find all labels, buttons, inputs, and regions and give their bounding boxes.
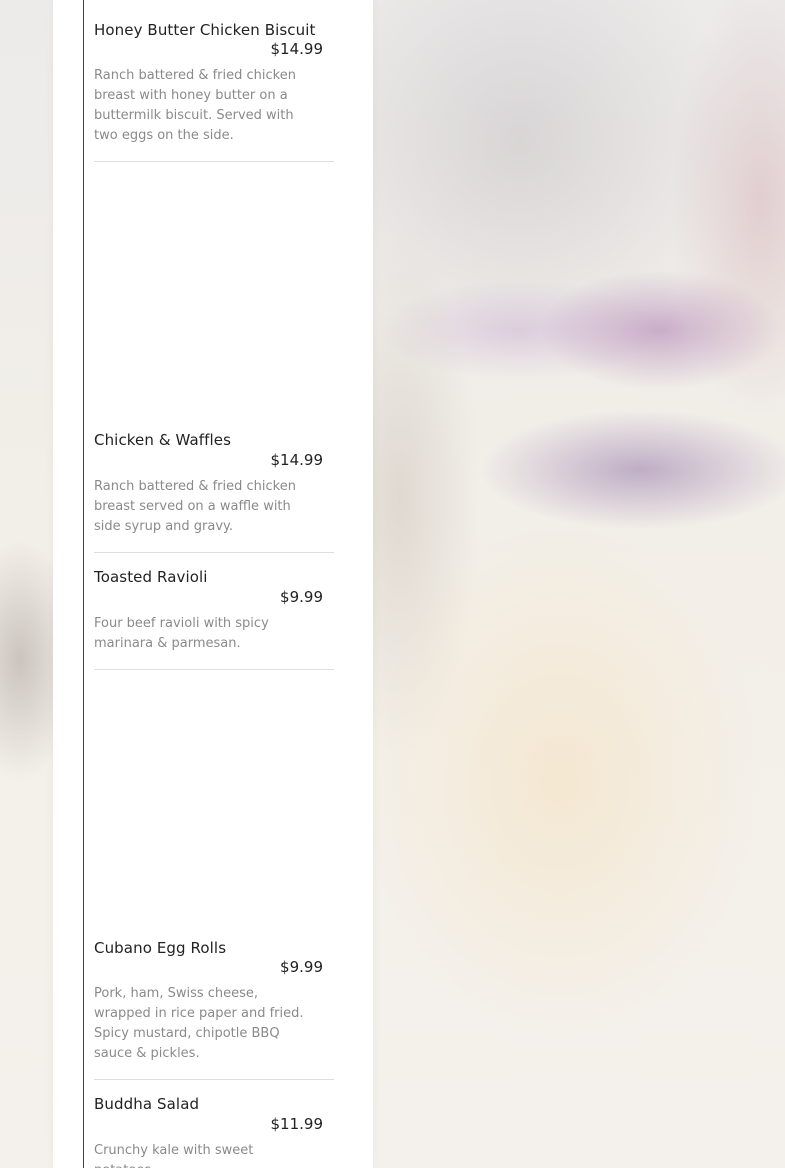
menu-item-description: Ranch battered & fried chicken breast se… [94,479,296,534]
menu-divider [94,552,334,553]
menu-item-image [94,670,334,938]
menu-item-description: Crunchy kale with sweet potatoes, [94,1143,254,1168]
menu-item-price: $9.99 [280,588,323,606]
menu-item-name: Honey Butter Chicken Biscuit [94,21,316,39]
menu-item[interactable]: Chicken & Waffles $14.99 Ranch battered … [94,431,334,541]
menu-item-price: $14.99 [270,451,324,469]
menu-item[interactable]: Honey Butter Chicken Biscuit $14.99 Ranc… [94,21,334,146]
menu-item[interactable]: Toasted Ravioli $9.99 Four beef ravioli … [94,568,334,658]
menu-item-name: Toasted Ravioli [94,568,208,586]
menu-item-image [94,162,334,430]
menu-item-name: Chicken & Waffles [94,431,232,449]
menu-item-description: Four beef ravioli with spicy marinara & … [94,616,269,651]
menu-item-price: $9.99 [280,958,323,976]
menu-item-description: Pork, ham, Swiss cheese, wrapped in rice… [94,986,304,1061]
menu-item[interactable]: Buddha Salad $11.99 Crunchy kale with sw… [94,1095,334,1168]
menu-item-name: Buddha Salad [94,1095,200,1113]
menu-item[interactable]: Cubano Egg Rolls $9.99 Pork, ham, Swiss … [94,939,334,1069]
menu-item-name: Cubano Egg Rolls [94,939,227,957]
menu-item-price: $14.99 [270,40,324,58]
menu-item-description: Ranch battered & fried chicken breast wi… [94,68,296,143]
menu-divider [94,1079,334,1080]
menu-item-price: $11.99 [270,1115,324,1133]
